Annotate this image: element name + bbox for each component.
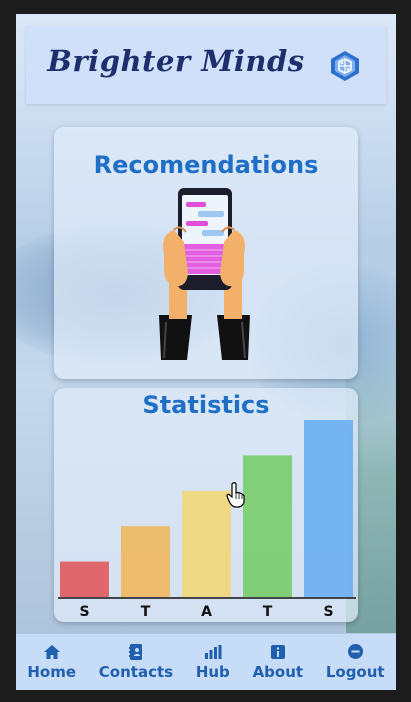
brain-cube-icon[interactable] (329, 50, 361, 82)
chart-bar (121, 526, 170, 597)
hand-pointer-cursor-icon (226, 482, 245, 508)
minus-circle-icon (347, 644, 363, 660)
recommendations-title: Recomendations (93, 151, 319, 179)
statistics-card[interactable]: Statistics STATS (54, 388, 358, 622)
bar-chart-icon (204, 644, 222, 660)
app-screen: Brighter Minds Recomendations Statistics… (16, 14, 396, 690)
brand-title: Brighter Minds (47, 44, 305, 78)
chart-tick-label: T (263, 604, 273, 620)
nav-item-about[interactable]: About (252, 644, 304, 681)
nav-item-hub[interactable]: Hub (196, 644, 230, 681)
nav-item-home[interactable]: Home (27, 644, 76, 681)
nav-label-logout: Logout (325, 662, 385, 681)
info-icon (270, 644, 285, 660)
nav-label-about: About (252, 662, 304, 681)
chart-tick-label: S (323, 604, 333, 620)
contacts-book-icon (128, 643, 143, 660)
nav-label-contacts: Contacts (98, 662, 174, 681)
nav-label-hub: Hub (195, 662, 230, 681)
nav-item-logout[interactable]: Logout (326, 644, 385, 681)
chart-tick-label: A (201, 604, 212, 620)
nav-item-contacts[interactable]: Contacts (98, 643, 174, 681)
app-header: Brighter Minds (26, 26, 386, 104)
chart-bar (182, 490, 231, 597)
chart-bar (60, 561, 109, 597)
recommendations-card[interactable]: Recomendations (54, 127, 358, 379)
stats-bar-chart-svg: STATS (58, 420, 356, 620)
home-icon (43, 644, 60, 660)
phone-in-hands-chat-illustration (159, 188, 250, 360)
stats-bar-chart: STATS (54, 388, 358, 622)
bottom-nav: Home Contacts Hub About Logout (16, 633, 396, 690)
chart-bar (243, 455, 292, 597)
chart-bar (304, 420, 353, 597)
chart-tick-label: S (79, 604, 89, 620)
chart-tick-label: T (141, 604, 151, 620)
nav-label-home: Home (27, 662, 77, 681)
